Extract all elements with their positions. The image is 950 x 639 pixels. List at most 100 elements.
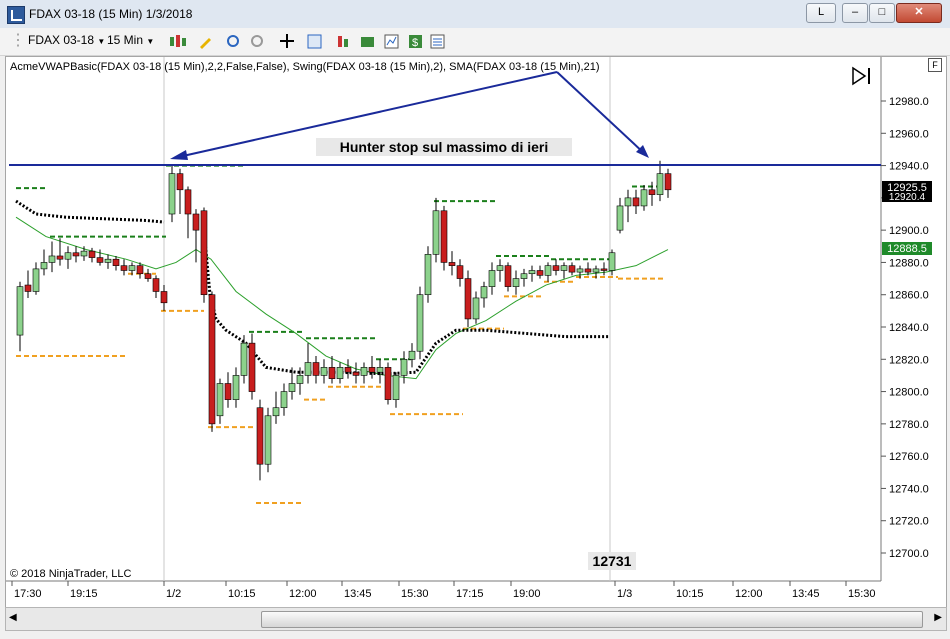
price-tick-label: 12760.0 bbox=[889, 451, 929, 463]
swing-indicator bbox=[16, 164, 664, 504]
interval-selector[interactable]: 15 Min ▼ bbox=[107, 33, 154, 47]
vwap-line bbox=[15, 199, 610, 376]
svg-text:$: $ bbox=[412, 37, 418, 49]
candle-body bbox=[240, 342, 248, 376]
instrument-label: FDAX 03-18 bbox=[28, 33, 95, 47]
candle-body bbox=[664, 173, 672, 191]
candle-body bbox=[568, 265, 576, 273]
candle-body bbox=[256, 407, 264, 465]
candle-body bbox=[632, 197, 640, 207]
candlestick-style-icon[interactable] bbox=[168, 34, 190, 49]
time-tick-label: 19:15 bbox=[70, 588, 98, 600]
candle-body bbox=[160, 291, 168, 304]
candle-body bbox=[520, 273, 528, 279]
price-tick-label: 12740.0 bbox=[889, 483, 929, 495]
candle-body bbox=[576, 268, 584, 273]
candle-body bbox=[216, 383, 224, 417]
price-tick-label: 12860.0 bbox=[889, 290, 929, 302]
scroll-thumb[interactable] bbox=[261, 611, 923, 628]
window-title: FDAX 03-18 (15 Min) 1/3/2018 bbox=[29, 7, 193, 21]
candle-body bbox=[488, 270, 496, 287]
candle-body bbox=[192, 213, 200, 231]
candle-body bbox=[424, 254, 432, 296]
time-tick-label: 13:45 bbox=[792, 588, 820, 600]
price-chart[interactable]: 12980.012960.012940.012920.012900.012880… bbox=[6, 57, 946, 607]
chart-toolbar: ⋮ FDAX 03-18 ▼ 15 Min ▼ $ bbox=[0, 28, 950, 56]
candle-body bbox=[280, 391, 288, 409]
candle-body bbox=[456, 265, 464, 279]
magnifier-icon[interactable] bbox=[307, 34, 322, 49]
annotation-text: Hunter stop sul massimo di ieri bbox=[340, 139, 549, 155]
candle-body bbox=[480, 286, 488, 299]
close-button[interactable]: ✕ bbox=[896, 3, 942, 23]
scroll-left-arrow-icon[interactable]: ◀ bbox=[9, 612, 17, 623]
minimize-button[interactable]: – bbox=[842, 3, 868, 23]
price-tick-label: 12840.0 bbox=[889, 322, 929, 334]
candle-body bbox=[528, 270, 536, 275]
candle-body bbox=[496, 265, 504, 271]
candle-body bbox=[640, 189, 648, 207]
pencil-draw-icon[interactable] bbox=[198, 34, 213, 49]
candle-body bbox=[360, 367, 368, 376]
zoom-out-icon[interactable] bbox=[250, 34, 265, 49]
price-tick-label: 12960.0 bbox=[889, 128, 929, 140]
time-axis: 17:30 19:15 1/2 10:15 12:00 13:45 15:30 17:15 19… bbox=[11, 581, 876, 600]
price-tick-label: 12880.0 bbox=[889, 257, 929, 269]
candle-body bbox=[48, 255, 56, 263]
candle-body bbox=[400, 358, 408, 376]
candle-body bbox=[248, 342, 256, 392]
price-tick-label: 12900.0 bbox=[889, 225, 929, 237]
candle-body bbox=[304, 362, 312, 376]
dollar-icon[interactable]: $ bbox=[408, 34, 423, 49]
scroll-right-arrow-icon[interactable]: ▶ bbox=[934, 612, 942, 623]
time-tick-label: 19:00 bbox=[513, 588, 541, 600]
candle-body bbox=[472, 297, 480, 320]
candle-body bbox=[432, 210, 440, 255]
chart-panel[interactable]: 12980.012960.012940.012920.012900.012880… bbox=[5, 56, 947, 608]
scroll-to-end-icon[interactable] bbox=[851, 66, 873, 86]
crosshair-icon[interactable] bbox=[280, 34, 295, 49]
zoom-in-icon[interactable] bbox=[226, 34, 241, 49]
time-tick-label: 1/2 bbox=[166, 588, 181, 600]
vwap-path bbox=[15, 199, 165, 224]
price-tag-sma: 12888.5 bbox=[887, 243, 927, 255]
candle-body bbox=[560, 265, 568, 271]
sma-path bbox=[15, 216, 669, 380]
candle-body bbox=[448, 262, 456, 266]
instrument-selector[interactable]: FDAX 03-18 ▼ bbox=[28, 33, 105, 47]
candle-body bbox=[328, 367, 336, 379]
candle-body bbox=[144, 273, 152, 279]
candle-body bbox=[128, 265, 136, 271]
time-tick-label: 10:15 bbox=[676, 588, 704, 600]
candle-body bbox=[440, 210, 448, 263]
low-label: 12731 bbox=[593, 553, 632, 569]
candle-body bbox=[592, 268, 600, 273]
candle-body bbox=[464, 278, 472, 320]
data-box-icon[interactable] bbox=[430, 34, 445, 49]
title-bar: FDAX 03-18 (15 Min) 1/3/2018 L – □ ✕ bbox=[0, 0, 950, 29]
horizontal-scrollbar[interactable]: ◀ ▶ bbox=[5, 607, 947, 631]
chart-corner-button[interactable]: F bbox=[928, 58, 942, 72]
maximize-button[interactable]: □ bbox=[869, 3, 895, 23]
candle-body bbox=[408, 350, 416, 360]
link-button[interactable]: L bbox=[806, 3, 836, 23]
candle-body bbox=[272, 407, 280, 417]
price-tick-label: 12980.0 bbox=[889, 96, 929, 108]
candle-body bbox=[344, 367, 352, 373]
candle-body bbox=[288, 383, 296, 392]
candle-body bbox=[296, 375, 304, 384]
vwap-path bbox=[202, 230, 610, 376]
price-tick-label: 12940.0 bbox=[889, 161, 929, 173]
candle-body bbox=[416, 294, 424, 352]
candle-body bbox=[376, 367, 384, 373]
candle-body bbox=[264, 415, 272, 465]
chart-properties-icon[interactable] bbox=[384, 34, 399, 49]
candle-body bbox=[64, 252, 72, 260]
strategies-icon[interactable] bbox=[360, 34, 375, 49]
price-tags: 12925.5 12920.4 12888.5 bbox=[882, 181, 932, 255]
indicators-icon[interactable] bbox=[336, 34, 351, 49]
indicator-legend: AcmeVWAPBasic(FDAX 03-18 (15 Min),2,2,Fa… bbox=[10, 61, 600, 73]
price-tick-label: 12780.0 bbox=[889, 419, 929, 431]
candle-body bbox=[72, 252, 80, 257]
candle-body bbox=[512, 278, 520, 287]
